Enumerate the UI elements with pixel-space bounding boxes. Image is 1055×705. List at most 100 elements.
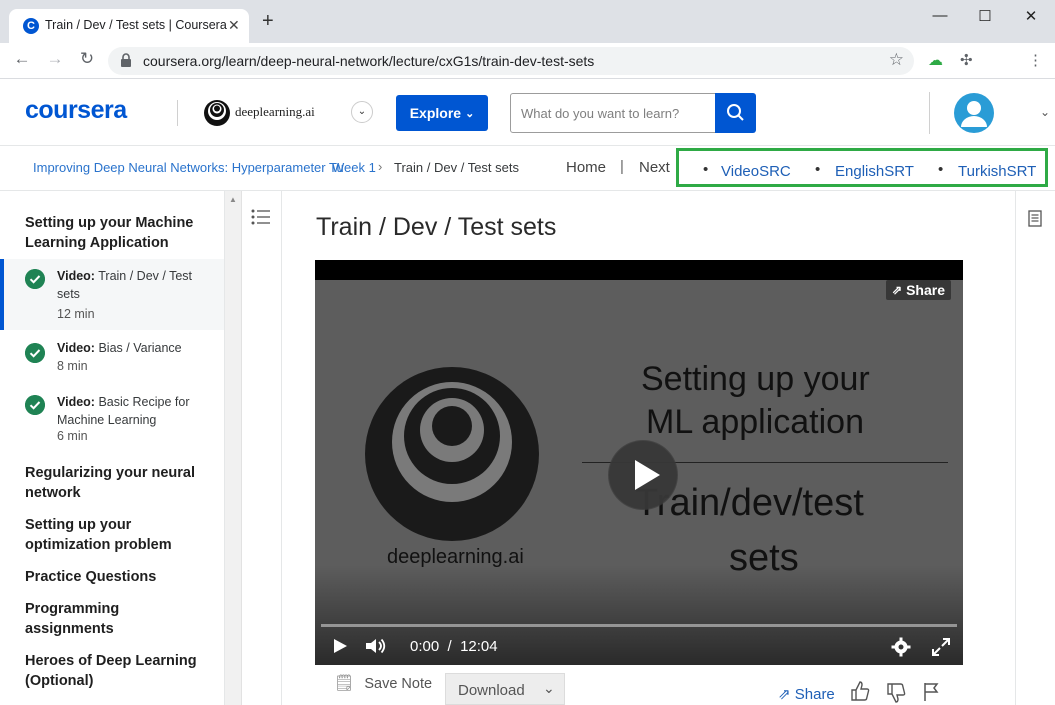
- video-player[interactable]: deeplearning.ai Setting up your ML appli…: [315, 260, 963, 665]
- close-tab-icon[interactable]: ✕: [228, 17, 240, 34]
- close-window-icon[interactable]: ✕: [1021, 7, 1041, 25]
- sidebar-scrollbar[interactable]: ▲: [225, 191, 242, 705]
- video-share-label: Share: [906, 282, 945, 298]
- sidebar-section-optimization[interactable]: Setting up your optimization problem: [25, 515, 195, 555]
- play-icon[interactable]: [332, 638, 348, 654]
- bullet: •: [815, 161, 821, 178]
- save-note-button[interactable]: 🗒 Save Note: [334, 673, 432, 693]
- new-tab-icon[interactable]: +: [262, 11, 274, 31]
- sidebar-section-heroes[interactable]: Heroes of Deep Learning (Optional): [25, 651, 210, 691]
- search-button[interactable]: [715, 93, 756, 133]
- explore-button[interactable]: Explore ⌄: [396, 95, 488, 131]
- chevron-down-icon: ⌄: [543, 680, 555, 696]
- download-label: Download: [458, 682, 525, 699]
- scroll-up-icon[interactable]: ▲: [229, 195, 237, 204]
- header-divider-right: [929, 92, 930, 134]
- sidebar-item-bias-variance[interactable]: Video: Bias / Variance 8 min: [0, 333, 224, 383]
- breadcrumb-chevron-icon: ›: [378, 159, 383, 174]
- left-rail: [242, 191, 282, 705]
- share-icon: ⇗: [778, 686, 791, 703]
- reload-icon[interactable]: ↻: [77, 49, 97, 69]
- breadcrumb-week[interactable]: Week 1: [332, 160, 376, 175]
- note-icon: 🗒: [334, 675, 355, 692]
- page-title: Train / Dev / Test sets: [316, 213, 557, 241]
- bullet: •: [703, 161, 709, 178]
- save-note-label: Save Note: [364, 676, 433, 692]
- chevron-down-icon: ⌄: [465, 107, 475, 120]
- sidebar-section-regularizing[interactable]: Regularizing your neural network: [25, 463, 210, 503]
- tab-title: Train / Dev / Test sets | Coursera: [45, 18, 227, 32]
- thumbs-up-icon[interactable]: [850, 680, 870, 702]
- share-icon: ⇗: [892, 283, 903, 297]
- maximize-icon[interactable]: ☐: [975, 7, 995, 25]
- sidebar-item-label: Video: Bias / Variance: [57, 341, 182, 355]
- avatar[interactable]: [954, 93, 994, 133]
- sidebar-section-practice[interactable]: Practice Questions: [25, 567, 215, 587]
- user-icon: [961, 101, 987, 127]
- outline-list-icon[interactable]: [250, 207, 272, 229]
- search-input[interactable]: [510, 93, 716, 133]
- lecture-main: Train / Dev / Test sets deeplearning.ai …: [282, 191, 1015, 705]
- share-link[interactable]: ⇗ Share: [778, 685, 835, 703]
- nav-separator: |: [620, 158, 624, 175]
- partner-name[interactable]: deeplearning.ai: [235, 104, 315, 120]
- completed-check-icon: [25, 343, 45, 363]
- breadcrumb-current: Train / Dev / Test sets: [394, 160, 519, 175]
- minimize-icon[interactable]: —: [930, 7, 950, 24]
- thumbs-down-icon[interactable]: [886, 682, 906, 704]
- turkishsrt-link[interactable]: TurkishSRT: [958, 163, 1036, 180]
- explore-label: Explore: [409, 105, 462, 121]
- address-bar[interactable]: coursera.org/learn/deep-neural-network/l…: [108, 47, 914, 75]
- sidebar-item-duration: 6 min: [57, 429, 88, 443]
- site-header: coursera deeplearning.ai ⌄ Explore ⌄ Wha…: [0, 80, 1055, 146]
- settings-gear-icon[interactable]: [891, 637, 911, 657]
- video-share-button[interactable]: ⇗ Share: [886, 280, 951, 300]
- extensions-puzzle-icon[interactable]: ✣: [960, 51, 973, 69]
- sidebar-section-programming[interactable]: Programming assignments: [25, 599, 175, 639]
- play-overlay-button[interactable]: [608, 440, 678, 510]
- download-dropdown[interactable]: Download ⌄: [445, 673, 565, 705]
- lock-icon: [121, 53, 131, 67]
- video-letterbox: [315, 260, 963, 280]
- browser-toolbar: ← → ↻ coursera.org/learn/deep-neural-net…: [0, 43, 1055, 79]
- bookmark-star-icon[interactable]: ☆: [889, 50, 904, 70]
- browser-menu-icon[interactable]: ⋮: [1028, 51, 1043, 69]
- slide-line-1: Setting up your: [641, 360, 870, 398]
- video-progress-bar[interactable]: [321, 624, 957, 627]
- forward-icon[interactable]: →: [45, 49, 65, 69]
- sidebar-item-duration: 12 min: [57, 307, 95, 321]
- coursera-logo[interactable]: coursera: [25, 96, 127, 125]
- sidebar-item-label: Video: Basic Recipe for Machine Learning: [57, 395, 190, 427]
- account-chevron-icon[interactable]: ⌄: [1040, 105, 1050, 119]
- slide-line-2: ML application: [646, 403, 864, 441]
- back-icon[interactable]: ←: [12, 49, 32, 69]
- url-text: coursera.org/learn/deep-neural-network/l…: [143, 53, 595, 69]
- sidebar-item-basic-recipe[interactable]: Video: Basic Recipe for Machine Learning…: [0, 387, 224, 449]
- next-link[interactable]: Next: [639, 159, 670, 176]
- download-links-box: • VideoSRC • EnglishSRT • TurkishSRT: [676, 148, 1048, 187]
- share-label: Share: [794, 686, 835, 703]
- transcript-icon[interactable]: [1028, 210, 1042, 227]
- extension-cloud-icon[interactable]: ☁: [928, 51, 943, 69]
- sidebar-item-train-dev-test[interactable]: Video: Train / Dev / Test sets 12 min: [0, 259, 224, 330]
- partner-dropdown-icon[interactable]: ⌄: [351, 101, 373, 123]
- sidebar-section-current[interactable]: Setting up your Machine Learning Applica…: [25, 213, 215, 253]
- sidebar-item-duration: 8 min: [57, 359, 88, 373]
- tab-strip: C Train / Dev / Test sets | Coursera ✕ +…: [0, 0, 1055, 43]
- slide-deeplearning-logo: [365, 367, 539, 541]
- deeplearning-logo-icon[interactable]: [203, 99, 231, 127]
- course-sidebar: Setting up your Machine Learning Applica…: [0, 191, 225, 705]
- browser-window: C Train / Dev / Test sets | Coursera ✕ +…: [0, 0, 1055, 705]
- right-rail: [1015, 191, 1055, 705]
- browser-tab[interactable]: C Train / Dev / Test sets | Coursera ✕: [9, 9, 249, 43]
- search-icon: [727, 104, 744, 121]
- fullscreen-icon[interactable]: [931, 637, 951, 657]
- flag-icon[interactable]: [922, 682, 940, 702]
- englishsrt-link[interactable]: EnglishSRT: [835, 163, 914, 180]
- home-link[interactable]: Home: [566, 159, 606, 176]
- volume-icon[interactable]: [365, 638, 387, 654]
- videosrc-link[interactable]: VideoSRC: [721, 163, 791, 180]
- breadcrumb-course[interactable]: Improving Deep Neural Networks: Hyperpar…: [33, 160, 344, 175]
- video-time: 0:00 / 12:04: [410, 638, 498, 655]
- header-divider: [177, 100, 178, 126]
